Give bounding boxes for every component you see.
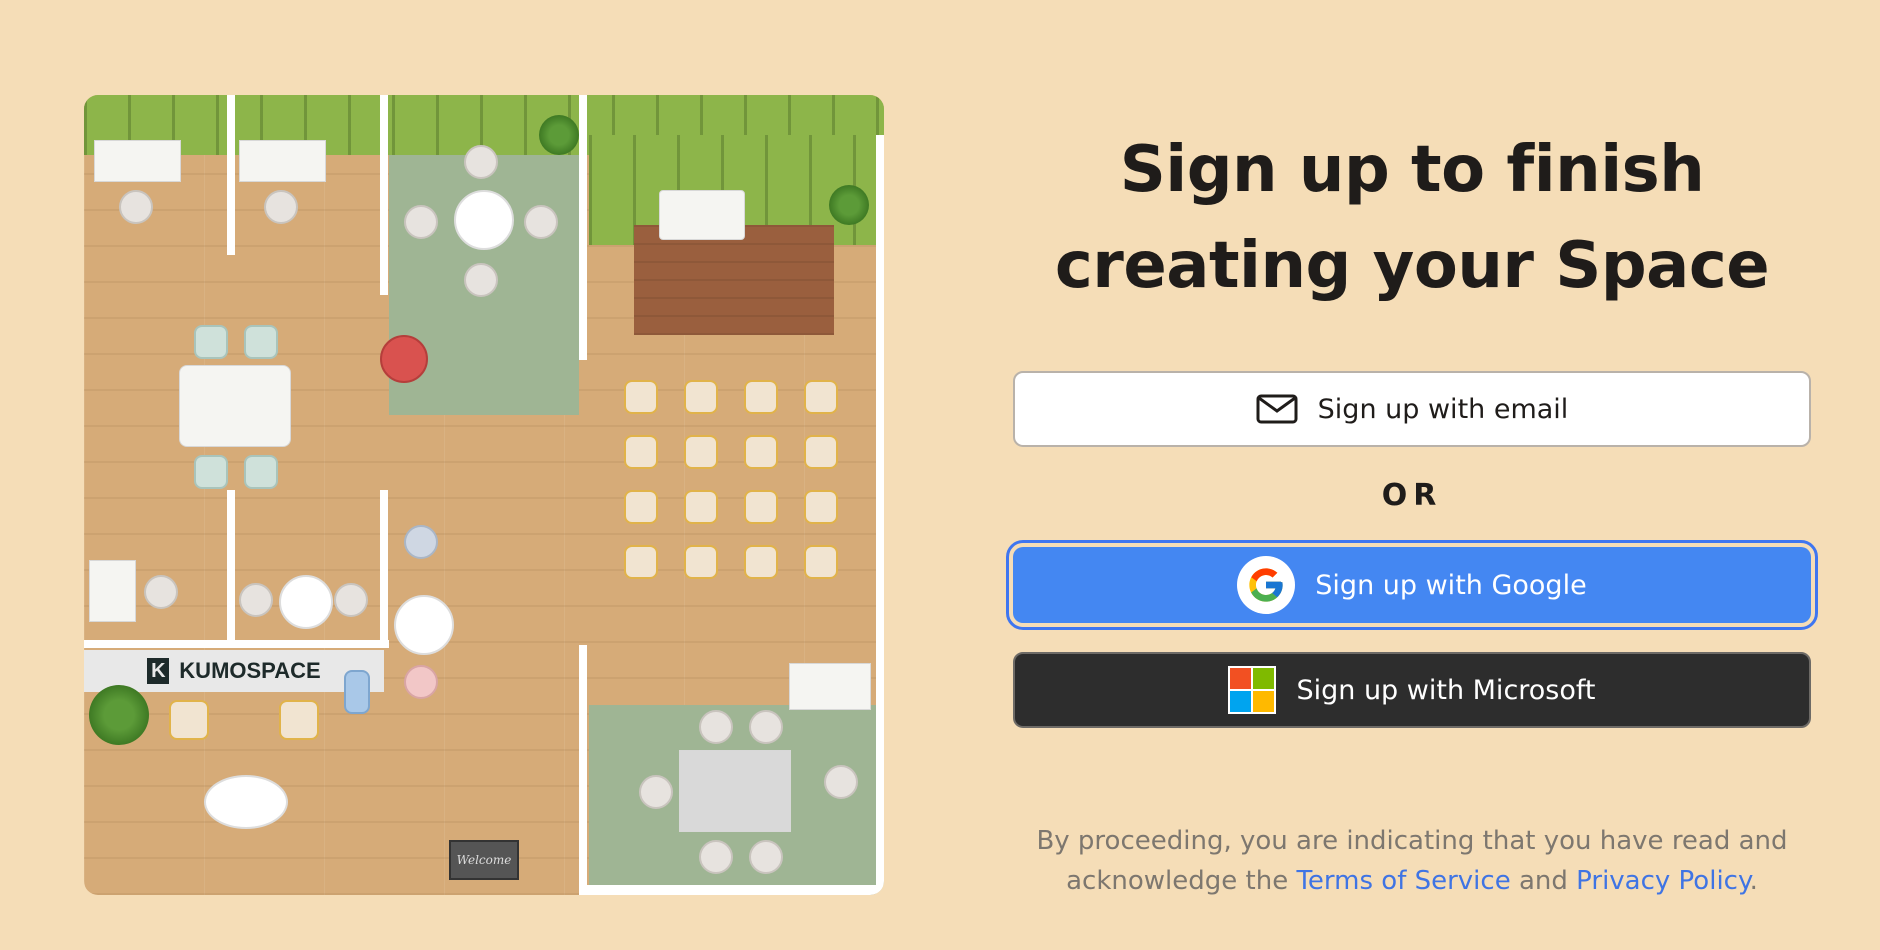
desk (94, 140, 181, 182)
chair (639, 775, 673, 809)
wall (227, 490, 235, 640)
kumospace-sign: K KUMOSPACE (84, 650, 384, 692)
wall (380, 490, 388, 640)
chair (699, 840, 733, 874)
lobby-table (204, 775, 288, 829)
chair (804, 545, 838, 579)
whiteboard (659, 190, 745, 240)
chair (264, 190, 298, 224)
wall (579, 885, 884, 895)
chair (404, 205, 438, 239)
google-button-label: Sign up with Google (1315, 569, 1587, 601)
legal-notice: By proceeding, you are indicating that y… (1013, 821, 1811, 901)
wall (876, 135, 884, 895)
chair (624, 435, 658, 469)
office-floorplan-illustration: K KUMOSPACE Welcome (84, 95, 884, 895)
coffee-table (394, 595, 454, 655)
marble-table (179, 365, 291, 447)
chair (404, 665, 438, 699)
round-table (454, 190, 514, 250)
sign-up-email-button[interactable]: Sign up with email (1013, 371, 1811, 447)
stage-platform (634, 225, 834, 335)
legal-suffix-text: . (1749, 866, 1758, 896)
chair (244, 325, 278, 359)
chair (244, 455, 278, 489)
chair (144, 575, 178, 609)
chair (824, 765, 858, 799)
chair (524, 205, 558, 239)
chair (684, 545, 718, 579)
sign-up-google-button[interactable]: Sign up with Google (1006, 540, 1818, 630)
desk (239, 140, 326, 182)
chair (119, 190, 153, 224)
google-icon (1237, 556, 1296, 614)
chair (194, 455, 228, 489)
kumospace-logo-icon: K (147, 658, 170, 684)
chair (334, 583, 368, 617)
chair (684, 435, 718, 469)
title-line-2: creating your Space (1054, 229, 1770, 303)
microsoft-button-label: Sign up with Microsoft (1296, 674, 1596, 706)
chair (169, 700, 209, 740)
meeting-table (679, 750, 791, 832)
kumospace-sign-text: KUMOSPACE (179, 658, 321, 683)
chair (624, 380, 658, 414)
plant (89, 685, 149, 745)
or-separator: OR (1381, 478, 1443, 513)
microsoft-icon (1228, 666, 1277, 714)
chair (699, 710, 733, 744)
wall (380, 95, 388, 295)
page-title: Sign up to finish creating your Space (1012, 122, 1812, 314)
title-line-1: Sign up to finish (1119, 133, 1705, 207)
sign-up-microsoft-button[interactable]: Sign up with Microsoft (1013, 652, 1811, 728)
envelope-icon (1256, 394, 1298, 424)
privacy-policy-link[interactable]: Privacy Policy (1576, 866, 1749, 896)
terms-of-service-link[interactable]: Terms of Service (1296, 866, 1510, 896)
wall (227, 95, 235, 255)
welcome-mat: Welcome (449, 840, 519, 880)
email-button-label: Sign up with email (1317, 393, 1569, 425)
chair (804, 435, 838, 469)
plant (829, 185, 869, 225)
chair (404, 525, 438, 559)
chair (624, 545, 658, 579)
chair (624, 490, 658, 524)
desk (89, 560, 136, 622)
chair (804, 380, 838, 414)
chair (744, 490, 778, 524)
chair (744, 380, 778, 414)
chair (239, 583, 273, 617)
water-cooler (344, 670, 370, 714)
chess-table (279, 575, 333, 629)
whiteboard (789, 663, 871, 710)
red-armchair (380, 335, 428, 383)
chair (804, 490, 838, 524)
plant (539, 115, 579, 155)
wall (579, 95, 587, 360)
chair (684, 490, 718, 524)
wall (84, 640, 389, 648)
chair (279, 700, 319, 740)
chair (684, 380, 718, 414)
chair (749, 840, 783, 874)
chair (464, 263, 498, 297)
chair (194, 325, 228, 359)
chair (744, 545, 778, 579)
legal-and-text: and (1510, 866, 1577, 896)
chair (744, 435, 778, 469)
wall (579, 645, 587, 895)
chair (749, 710, 783, 744)
chair (464, 145, 498, 179)
